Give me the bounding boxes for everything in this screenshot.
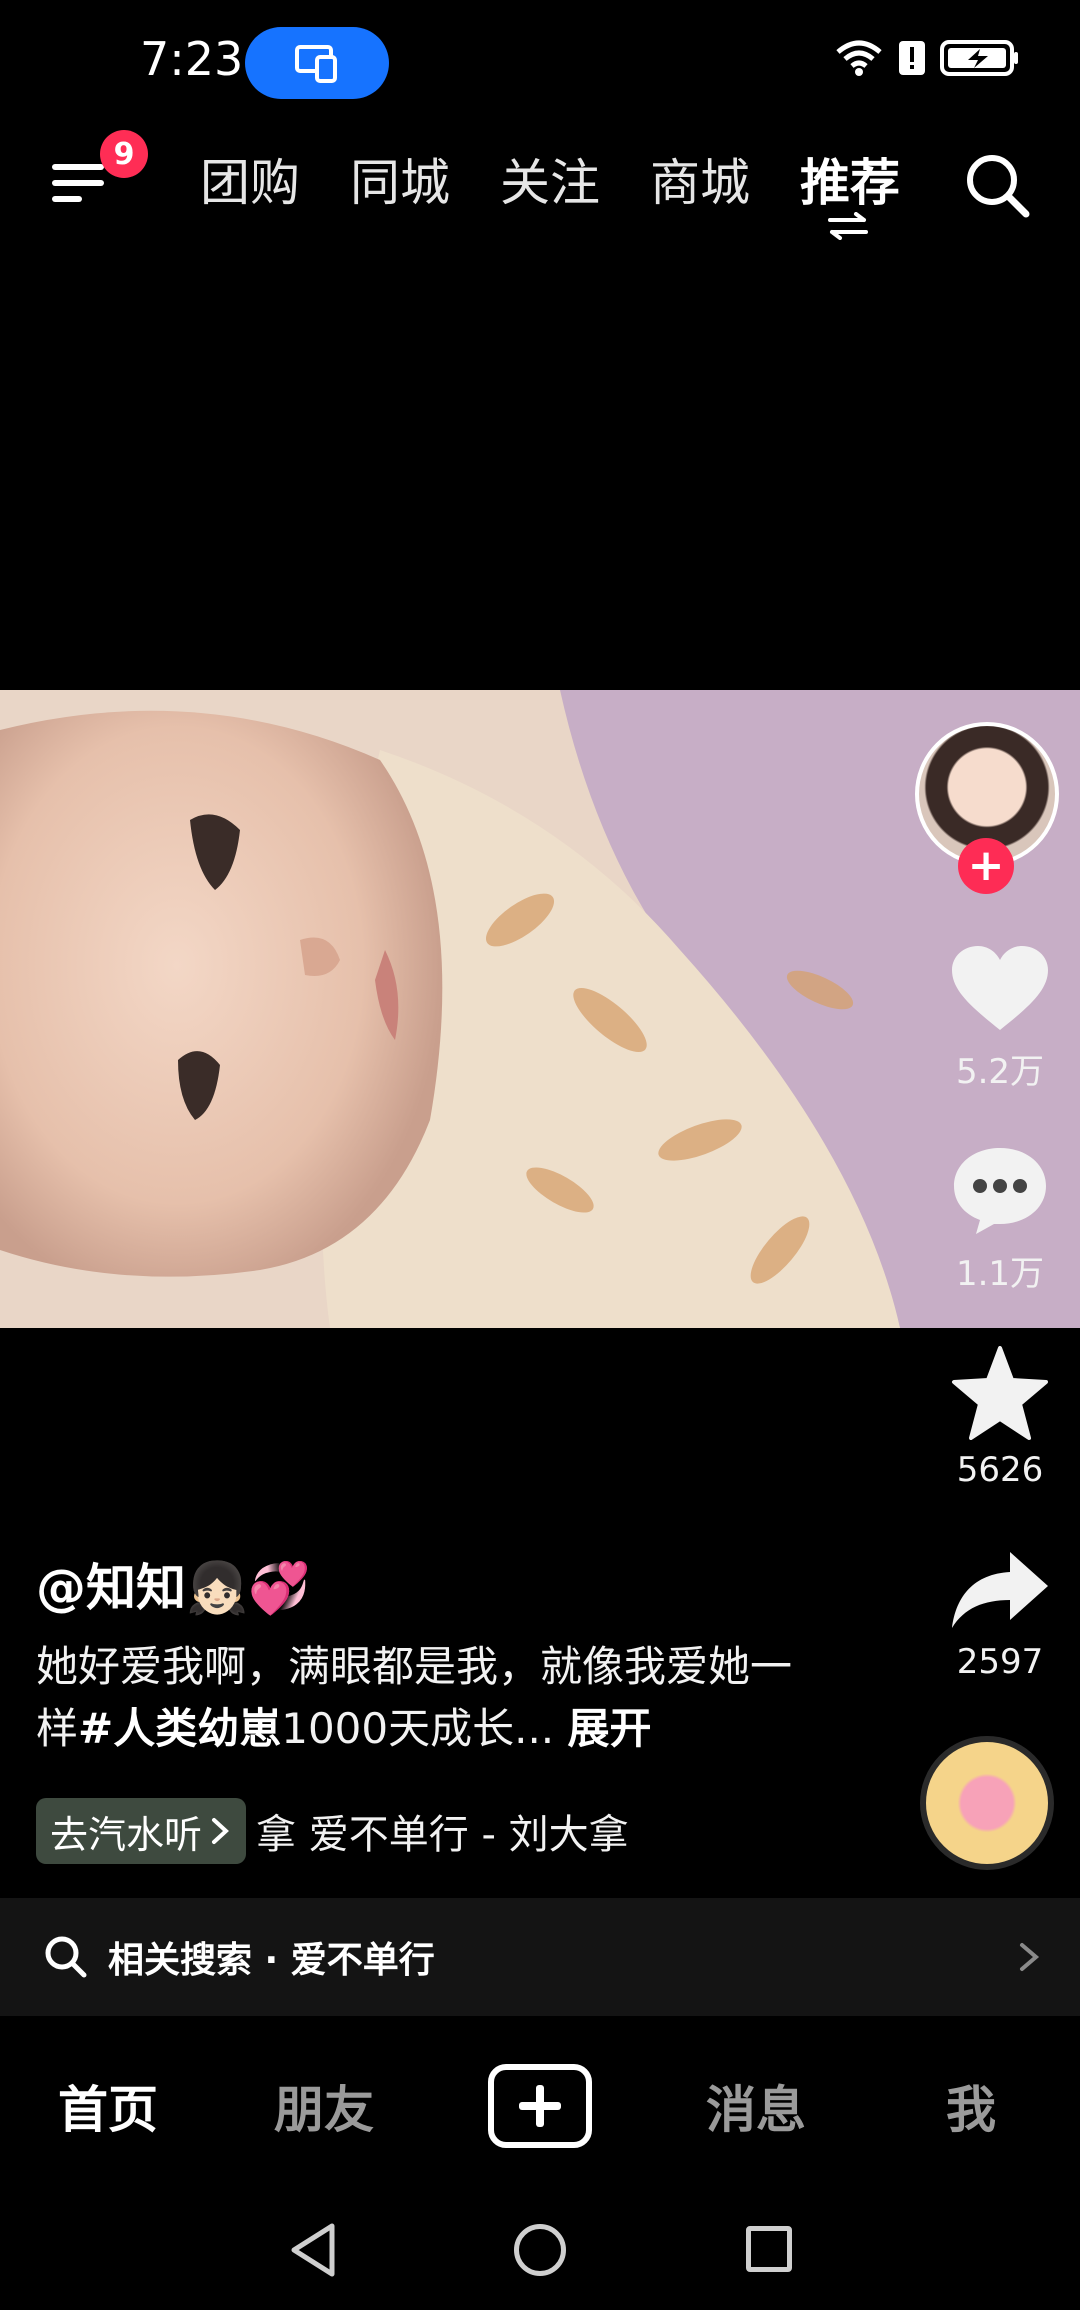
related-search-text: 相关搜索 · 爱不单行 — [108, 1940, 435, 1981]
comment-icon — [954, 1148, 1046, 1234]
like-action[interactable]: 5.2万 — [920, 944, 1080, 1093]
nav-messages[interactable]: 消息 — [706, 2070, 806, 2142]
follow-button[interactable]: + — [958, 838, 1014, 894]
search-button[interactable] — [962, 150, 1032, 220]
nav-friends[interactable]: 朋友 — [274, 2070, 374, 2142]
status-time: 7:23 — [140, 32, 244, 86]
menu-notification-badge: 9 — [100, 130, 148, 178]
heart-icon — [952, 946, 1048, 1030]
music-disc[interactable] — [920, 1736, 1054, 1870]
expand-caption-button[interactable]: 展开 — [568, 1704, 652, 1753]
video-caption[interactable]: 她好爱我啊，满眼都是我，就像我爱她一样#人类幼崽1000天成长... 展开 — [36, 1636, 796, 1760]
tab-nearby[interactable]: 同城 — [350, 148, 450, 218]
favorite-action[interactable]: 5626 — [920, 1346, 1080, 1490]
screen-cast-indicator[interactable] — [245, 27, 389, 99]
chevron-right-icon — [212, 1818, 229, 1844]
star-icon — [952, 1346, 1048, 1440]
status-icons — [834, 38, 1020, 78]
qishui-listen-button[interactable]: 去汽水听 — [36, 1798, 247, 1864]
menu-button[interactable] — [50, 158, 110, 208]
plus-icon — [519, 2085, 561, 2127]
music-title[interactable]: 拿 爱不单行 - 刘大拿 — [256, 1802, 676, 1860]
like-count: 5.2万 — [955, 1052, 1045, 1092]
nav-me[interactable]: 我 — [946, 2070, 996, 2142]
home-icon[interactable] — [514, 2224, 566, 2276]
sim-alert-icon — [899, 41, 925, 75]
wifi-icon — [836, 40, 882, 76]
music-row: 去汽水听 拿 爱不单行 - 刘大拿 — [36, 1798, 676, 1864]
back-icon[interactable] — [288, 2222, 338, 2278]
favorite-count: 5626 — [956, 1450, 1044, 1490]
caption-hashtag[interactable]: #人类幼崽 — [78, 1704, 281, 1753]
tab-group-buy[interactable]: 团购 — [200, 148, 300, 218]
top-tabs: 团购 同城 关注 商城 推荐 — [200, 148, 900, 218]
caption-tail: 1000天成长... — [281, 1704, 555, 1753]
recent-apps-icon[interactable] — [746, 2226, 792, 2272]
nav-home[interactable]: 首页 — [58, 2070, 158, 2142]
switch-arrows-icon[interactable] — [826, 212, 870, 240]
create-post-button[interactable] — [488, 2064, 592, 2148]
screen-cast-icon — [295, 45, 337, 83]
chevron-right-icon — [1020, 1943, 1040, 1971]
share-arrow-icon — [952, 1552, 1048, 1628]
qishui-label: 去汽水听 — [50, 1812, 203, 1857]
search-icon — [45, 1936, 87, 1978]
tab-recommend[interactable]: 推荐 — [800, 148, 900, 218]
tab-following[interactable]: 关注 — [500, 148, 600, 218]
tab-mall[interactable]: 商城 — [650, 148, 750, 218]
menu-icon — [52, 164, 104, 202]
share-action[interactable]: 2597 — [920, 1548, 1080, 1682]
related-search-bar[interactable]: 相关搜索 · 爱不单行 — [0, 1898, 1080, 2016]
comment-action[interactable]: 1.1万 — [920, 1144, 1080, 1295]
battery-charging-icon — [940, 40, 1018, 76]
share-count: 2597 — [956, 1642, 1044, 1682]
author-name[interactable]: @知知👧🏻💞 — [36, 1548, 311, 1620]
search-icon — [967, 155, 1030, 218]
comment-count: 1.1万 — [955, 1254, 1045, 1294]
